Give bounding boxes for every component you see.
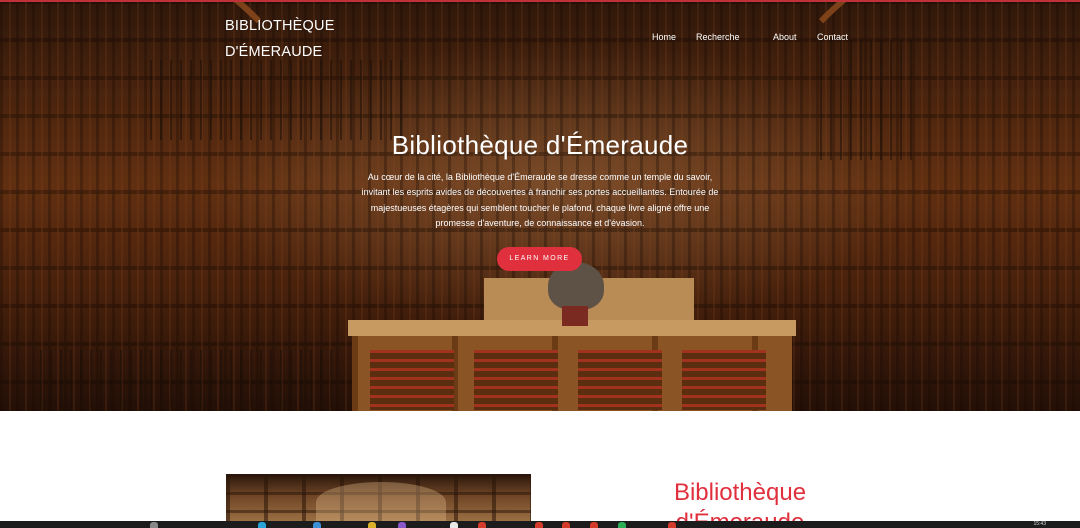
taskbar-app-icon[interactable] [398, 522, 406, 528]
taskbar-app-icon[interactable] [668, 522, 676, 528]
vase-base [562, 306, 588, 326]
nav-link-contact[interactable]: Contact [817, 32, 848, 42]
taskbar-app-icon[interactable] [450, 522, 458, 528]
taskbar-app-icon[interactable] [258, 522, 266, 528]
top-accent-line [0, 0, 1080, 2]
counter-drawer [578, 350, 662, 410]
railing-bottom [40, 350, 340, 410]
taskbar-app-icon[interactable] [590, 522, 598, 528]
hero-title: Bibliothèque d'Émeraude [391, 130, 689, 160]
nav-link-about[interactable]: About [773, 32, 797, 42]
learn-more-button[interactable]: LEARN MORE [497, 247, 582, 271]
railing-right [820, 40, 920, 160]
taskbar-app-icon[interactable] [368, 522, 376, 528]
site-brand[interactable]: BIBLIOTHÈQUE D'ÉMERAUDE [225, 13, 355, 65]
taskbar-app-icon[interactable] [535, 522, 543, 528]
taskbar-app-icon[interactable] [313, 522, 321, 528]
taskbar-app-icon[interactable] [478, 522, 486, 528]
counter-drawer [370, 350, 454, 410]
brand-line-1: BIBLIOTHÈQUE [225, 18, 335, 34]
page: BIBLIOTHÈQUE D'ÉMERAUDE Home Recherche A… [0, 0, 1080, 528]
taskbar-app-icon[interactable] [618, 522, 626, 528]
hero-description: Au cœur de la cité, la Bibliothèque d'Ém… [361, 172, 719, 229]
railing-left [150, 60, 410, 140]
counter-drawer [682, 350, 766, 410]
counter-drawer [474, 350, 558, 410]
nav-link-recherche[interactable]: Recherche [696, 32, 740, 42]
brand-line-2: D'ÉMERAUDE [225, 44, 323, 60]
library-interior-image [226, 474, 531, 528]
taskbar-app-icon[interactable] [562, 522, 570, 528]
taskbar-app-icon[interactable] [150, 522, 158, 528]
nav-link-home[interactable]: Home [652, 32, 676, 42]
taskbar-clock[interactable]: 15:43 [1033, 521, 1046, 527]
